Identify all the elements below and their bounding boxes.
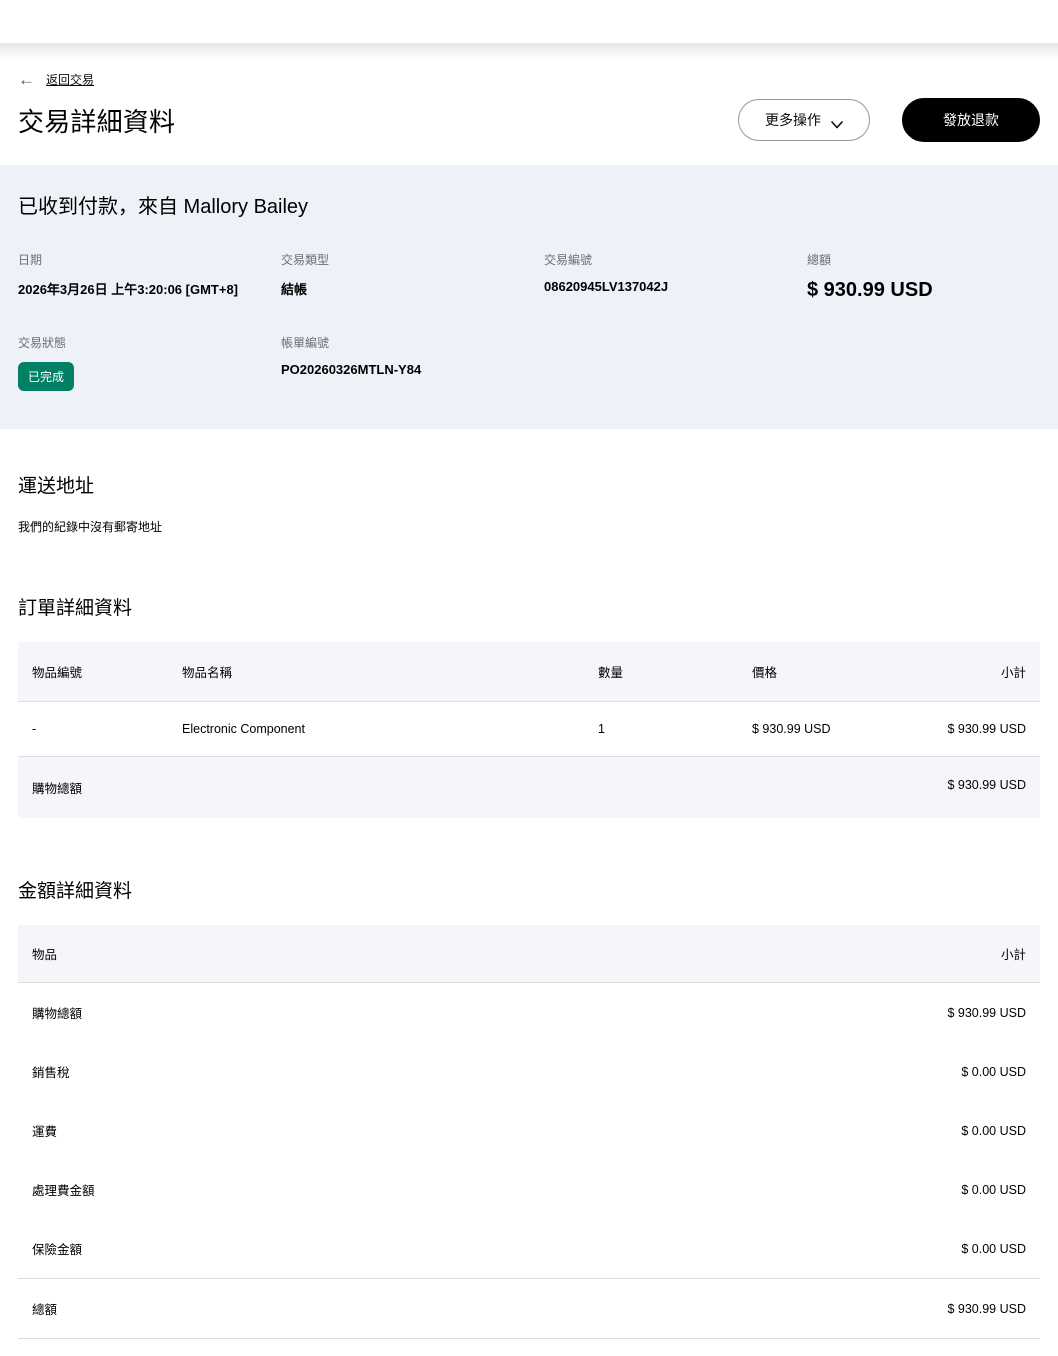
purchase-total-value: $ 930.99 USD — [888, 757, 1040, 818]
order-details-heading: 訂單詳細資料 — [18, 593, 1040, 620]
payment-summary-panel: 已收到付款，來自 Mallory Bailey 日期 2026年3月26日 上午… — [0, 165, 1058, 429]
amount-row-label: 保險金額 — [32, 1239, 82, 1258]
date-label: 日期 — [18, 251, 281, 268]
payment-received-heading: 已收到付款，來自 Mallory Bailey — [18, 190, 1040, 219]
amount-details-heading: 金額詳細資料 — [18, 876, 1040, 903]
top-bar-shadow — [0, 43, 1058, 59]
shipping-address-empty-text: 我們的紀錄中沒有郵寄地址 — [18, 518, 1040, 535]
column-header-item-id: 物品編號 — [18, 642, 168, 701]
order-table-total-row: 購物總額 $ 930.99 USD — [18, 757, 1040, 818]
amount-row-label: 運費 — [32, 1121, 57, 1140]
shipping-address-heading: 運送地址 — [18, 471, 1040, 498]
amount-row-value: $ 0.00 USD — [961, 1124, 1026, 1138]
page-title: 交易詳細資料 — [18, 102, 175, 139]
amount-row-label: 購物總額 — [32, 1003, 82, 1022]
transaction-type-label: 交易類型 — [281, 251, 544, 268]
amount-row-handling: 處理費金額 $ 0.00 USD — [18, 1160, 1040, 1219]
transaction-type-value: 結帳 — [281, 279, 544, 298]
amount-row-sales-tax: 銷售稅 $ 0.00 USD — [18, 1042, 1040, 1101]
gross-amount-label: 總額 — [807, 251, 1040, 268]
purchase-total-label: 購物總額 — [18, 757, 888, 818]
amount-row-value: $ 0.00 USD — [961, 1183, 1026, 1197]
amount-row-shipping: 運費 $ 0.00 USD — [18, 1101, 1040, 1160]
invoice-id-label: 帳單編號 — [281, 334, 544, 351]
back-arrow-icon[interactable]: ← — [18, 71, 35, 88]
date-value: 2026年3月26日 上午3:20:06 [GMT+8] — [18, 279, 281, 298]
column-header-qty: 數量 — [584, 642, 738, 701]
top-app-bar — [0, 0, 1058, 43]
amount-row-value: $ 930.99 USD — [947, 1302, 1026, 1316]
amount-details-table: 物品 小計 購物總額 $ 930.99 USD 銷售稅 $ 0.00 USD 運… — [18, 925, 1040, 1356]
status-badge: 已完成 — [18, 362, 74, 391]
transaction-id-label: 交易編號 — [544, 251, 807, 268]
amount-row-label: 總額 — [32, 1299, 57, 1318]
order-table-row: - Electronic Component 1 $ 930.99 USD $ … — [18, 702, 1040, 757]
more-actions-label: 更多操作 — [765, 110, 821, 130]
gross-amount-value: $ 930.99 USD — [807, 279, 1040, 302]
amounts-table-header: 物品 小計 — [18, 925, 1040, 983]
order-details-table: 物品編號 物品名稱 數量 價格 小計 - Electronic Componen… — [18, 642, 1040, 818]
item-qty-cell: 1 — [584, 702, 738, 756]
order-table-header: 物品編號 物品名稱 數量 價格 小計 — [18, 642, 1040, 702]
invoice-id-value: PO20260326MTLN-Y84 — [281, 362, 544, 377]
amount-row-value: $ 0.00 USD — [961, 1242, 1026, 1256]
amount-row-paypal-fee: PayPal 費用 -$ 41.26 USD — [18, 1338, 1040, 1356]
item-name-cell: Electronic Component — [168, 702, 584, 756]
transaction-id-field: 交易編號 08620945LV137042J — [544, 251, 807, 302]
column-header-subtotal: 小計 — [888, 642, 1040, 701]
transaction-status-label: 交易狀態 — [18, 334, 281, 351]
invoice-id-field: 帳單編號 PO20260326MTLN-Y84 — [281, 334, 544, 391]
transaction-status-field: 交易狀態 已完成 — [18, 334, 281, 391]
more-actions-button[interactable]: 更多操作 — [738, 99, 870, 141]
column-header-amount-subtotal: 小計 — [1001, 944, 1026, 963]
chevron-down-icon — [831, 116, 843, 124]
amount-row-value: $ 0.00 USD — [961, 1065, 1026, 1079]
page-header: ← 返回交易 交易詳細資料 更多操作 發放退款 — [0, 71, 1058, 142]
back-to-transactions-link[interactable]: 返回交易 — [46, 71, 94, 88]
date-field: 日期 2026年3月26日 上午3:20:06 [GMT+8] — [18, 251, 281, 302]
item-id-cell: - — [18, 702, 168, 756]
column-header-item: 物品 — [32, 944, 57, 963]
transaction-type-field: 交易類型 結帳 — [281, 251, 544, 302]
column-header-price: 價格 — [738, 642, 888, 701]
issue-refund-button[interactable]: 發放退款 — [902, 98, 1040, 142]
transaction-id-value: 08620945LV137042J — [544, 279, 807, 294]
back-navigation: ← 返回交易 — [18, 71, 1040, 88]
amount-row-value: $ 930.99 USD — [947, 1006, 1026, 1020]
item-price-cell: $ 930.99 USD — [738, 702, 888, 756]
amount-row-insurance: 保險金額 $ 0.00 USD — [18, 1219, 1040, 1278]
amount-row-gross-total: 總額 $ 930.99 USD — [18, 1278, 1040, 1338]
item-subtotal-cell: $ 930.99 USD — [888, 702, 1040, 756]
column-header-item-name: 物品名稱 — [168, 642, 584, 701]
amount-row-label: 銷售稅 — [32, 1062, 70, 1081]
amount-row-purchase-total: 購物總額 $ 930.99 USD — [18, 983, 1040, 1042]
gross-amount-field: 總額 $ 930.99 USD — [807, 251, 1040, 302]
amount-row-label: 處理費金額 — [32, 1180, 95, 1199]
